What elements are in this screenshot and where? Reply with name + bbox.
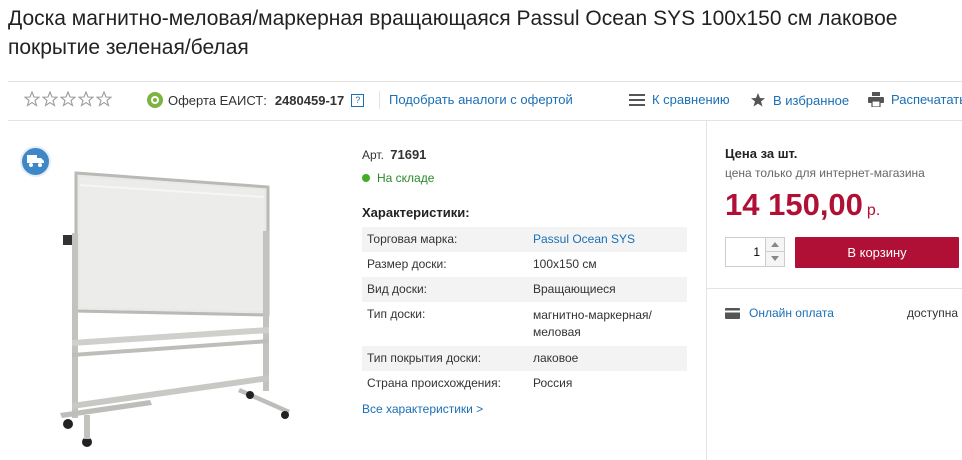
char-value: 100х150 см [533, 257, 597, 271]
print-button[interactable]: Распечатать [868, 92, 962, 107]
eaist-icon [147, 92, 163, 108]
favorite-button[interactable]: В избранное [750, 92, 849, 108]
brand-link[interactable]: Passul Ocean SYS [533, 232, 635, 246]
all-characteristics-link[interactable]: Все характеристики > [362, 402, 483, 416]
buy-box: Цена за шт. цена только для интернет-маг… [706, 121, 962, 460]
table-row: Тип покрытия доски: лаковое [362, 346, 687, 371]
print-label: Распечатать [891, 92, 962, 107]
table-row: Размер доски: 100х150 см [362, 252, 687, 277]
rating-stars[interactable] [24, 91, 112, 107]
char-key: Страна происхождения: [367, 376, 501, 390]
char-key: Торговая марка: [367, 232, 458, 246]
add-to-cart-button[interactable]: В корзину [795, 237, 959, 268]
characteristics-title: Характеристики: [362, 205, 470, 220]
char-key: Тип покрытия доски: [367, 351, 482, 365]
price-note: цена только для интернет-магазина [725, 166, 925, 180]
quantity-stepper [725, 237, 785, 267]
article-value: 71691 [390, 147, 427, 162]
offer-label: Оферта ЕАИСТ: [168, 92, 267, 108]
delivery-badge-icon [20, 146, 51, 177]
star-empty-icon[interactable] [60, 91, 76, 107]
char-value: лаковое [533, 351, 579, 365]
offer-number: 2480459-17 [274, 92, 345, 108]
list-icon [629, 93, 645, 106]
compare-button[interactable]: К сравнению [629, 92, 730, 107]
star-icon [751, 93, 765, 107]
online-payment: Онлайн оплата [725, 306, 834, 320]
price: 14 150,00 р. [725, 187, 880, 223]
stock-status: На складе [362, 171, 434, 185]
char-value: магнитно-маркерная/ меловая [533, 308, 652, 339]
printer-icon [868, 92, 884, 107]
price-value: 14 150,00 [725, 187, 863, 222]
table-row: Вид доски: Вращающиеся [362, 277, 687, 302]
article-label: Арт. [362, 148, 384, 162]
online-payment-link[interactable]: Онлайн оплата [749, 306, 834, 320]
char-key: Вид доски: [367, 282, 428, 296]
price-currency: р. [866, 202, 881, 219]
star-empty-icon[interactable] [24, 91, 40, 107]
toolbar-divider [379, 91, 380, 109]
find-analogs-link[interactable]: Подобрать аналоги с офертой [389, 92, 573, 107]
increment-arrow-icon[interactable] [765, 238, 784, 252]
table-row: Тип доски: магнитно-маркерная/ меловая [362, 302, 687, 346]
char-value: Вращающиеся [533, 282, 616, 296]
product-toolbar: Оферта ЕАИСТ: 2480459-17 ? Подобрать ана… [8, 81, 962, 121]
product-title: Доска магнитно-меловая/маркерная вращающ… [8, 7, 898, 59]
star-empty-icon[interactable] [96, 91, 112, 107]
table-row: Торговая марка: Passul Ocean SYS [362, 227, 687, 252]
help-icon[interactable]: ? [351, 93, 365, 107]
decrement-arrow-icon[interactable] [765, 252, 784, 266]
article-number: Арт. 71691 [362, 147, 426, 162]
in-stock-dot-icon [362, 174, 370, 182]
eaist-offer: Оферта ЕАИСТ: 2480459-17 ? [147, 92, 365, 108]
stock-label: На складе [377, 171, 435, 185]
star-empty-icon[interactable] [42, 91, 58, 107]
char-key: Размер доски: [367, 257, 447, 271]
star-empty-icon[interactable] [78, 91, 94, 107]
characteristics-table: Торговая марка: Passul Ocean SYS Размер … [362, 227, 687, 396]
credit-card-icon [725, 307, 740, 319]
price-header: Цена за шт. [725, 146, 798, 161]
quantity-input[interactable] [726, 238, 764, 266]
favorite-label: В избранное [773, 92, 850, 108]
divider [707, 288, 962, 289]
char-value: Россия [533, 376, 573, 390]
online-payment-status: доступна [907, 306, 959, 320]
product-image[interactable] [20, 145, 320, 460]
compare-label: К сравнению [652, 92, 730, 107]
table-row: Страна происхождения: Россия [362, 371, 687, 396]
char-key: Тип доски: [367, 307, 426, 321]
